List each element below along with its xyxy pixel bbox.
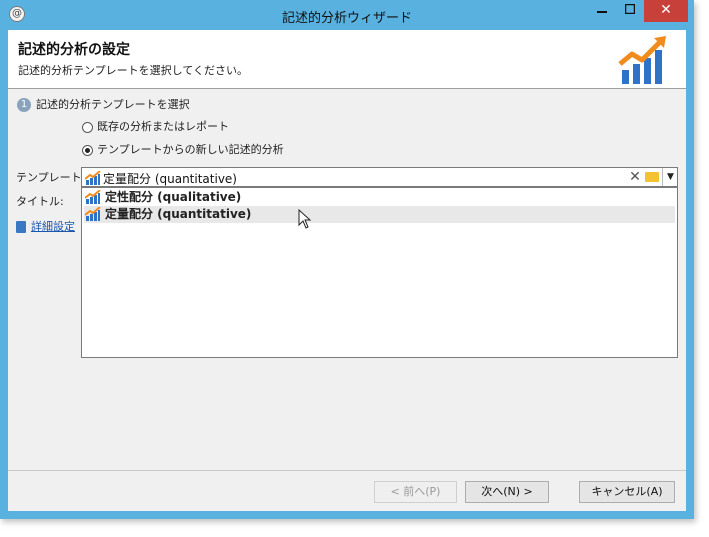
template-dropdown-list: 定性配分 (qualitative) 定量配分 (quantitative) [81,187,678,358]
analysis-chart-icon [618,36,666,84]
advanced-settings-label[interactable]: 詳細設定 [31,220,75,233]
cancel-button[interactable]: キャンセル(A) [579,481,675,503]
title-bar[interactable]: @ 記述的分析ウィザード ✕ [0,0,694,30]
folder-icon[interactable] [645,172,659,182]
template-input[interactable]: 定量配分 (quantitative) [103,170,237,187]
radio-label: 既存の分析またはレポート [97,120,229,133]
list-item[interactable]: 定性配分 (qualitative) [84,189,675,206]
list-item-label: 定性配分 (qualitative) [105,190,242,204]
mouse-cursor-icon [298,209,312,229]
footer-divider [8,470,686,471]
clear-icon[interactable]: ✕ [627,168,643,186]
maximize-icon[interactable] [616,0,644,22]
wizard-header: 記述的分析の設定 記述的分析テンプレートを選択してください。 [8,30,686,89]
close-icon[interactable]: ✕ [644,0,688,22]
step-label: 記述的分析テンプレートを選択 [36,98,190,111]
list-item-hovered[interactable]: 定量配分 (quantitative) [84,206,675,223]
step-number-badge: 1 [17,98,31,112]
previous-button[interactable]: < 前へ(P) [374,481,457,503]
analysis-chart-icon [85,190,101,204]
page-subtitle: 記述的分析テンプレートを選択してください。 [18,64,249,77]
wizard-content: 記述的分析の設定 記述的分析テンプレートを選択してください。 1 記述的分析テンプ… [8,30,686,511]
radio-new-from-template[interactable]: テンプレートからの新しい記述的分析 [82,141,284,157]
advanced-settings-link[interactable]: 詳細設定 [16,218,75,234]
radio-button[interactable] [82,121,93,133]
next-button[interactable]: 次へ(N) > [465,481,549,503]
template-combobox[interactable]: 定量配分 (quantitative) ✕ ▼ [81,167,678,187]
wizard-window: @ 記述的分析ウィザード ✕ 記述的分析の設定 記述的分析テンプレートを選択して… [0,0,694,519]
dropdown-arrow-icon[interactable]: ▼ [662,168,678,186]
step-heading: 1 記述的分析テンプレートを選択 [17,96,190,112]
template-label: テンプレート: [16,171,86,184]
radio-existing-analysis[interactable]: 既存の分析またはレポート [82,118,229,134]
analysis-chart-icon [85,171,101,185]
page-title: 記述的分析の設定 [18,42,130,58]
advanced-settings-icon [16,221,26,233]
radio-button-selected[interactable] [82,144,93,156]
minimize-icon[interactable] [588,0,616,22]
list-item-label: 定量配分 (quantitative) [105,207,252,221]
title-label: タイトル: [16,195,64,208]
analysis-chart-icon [85,207,101,221]
radio-label: テンプレートからの新しい記述的分析 [97,143,284,156]
